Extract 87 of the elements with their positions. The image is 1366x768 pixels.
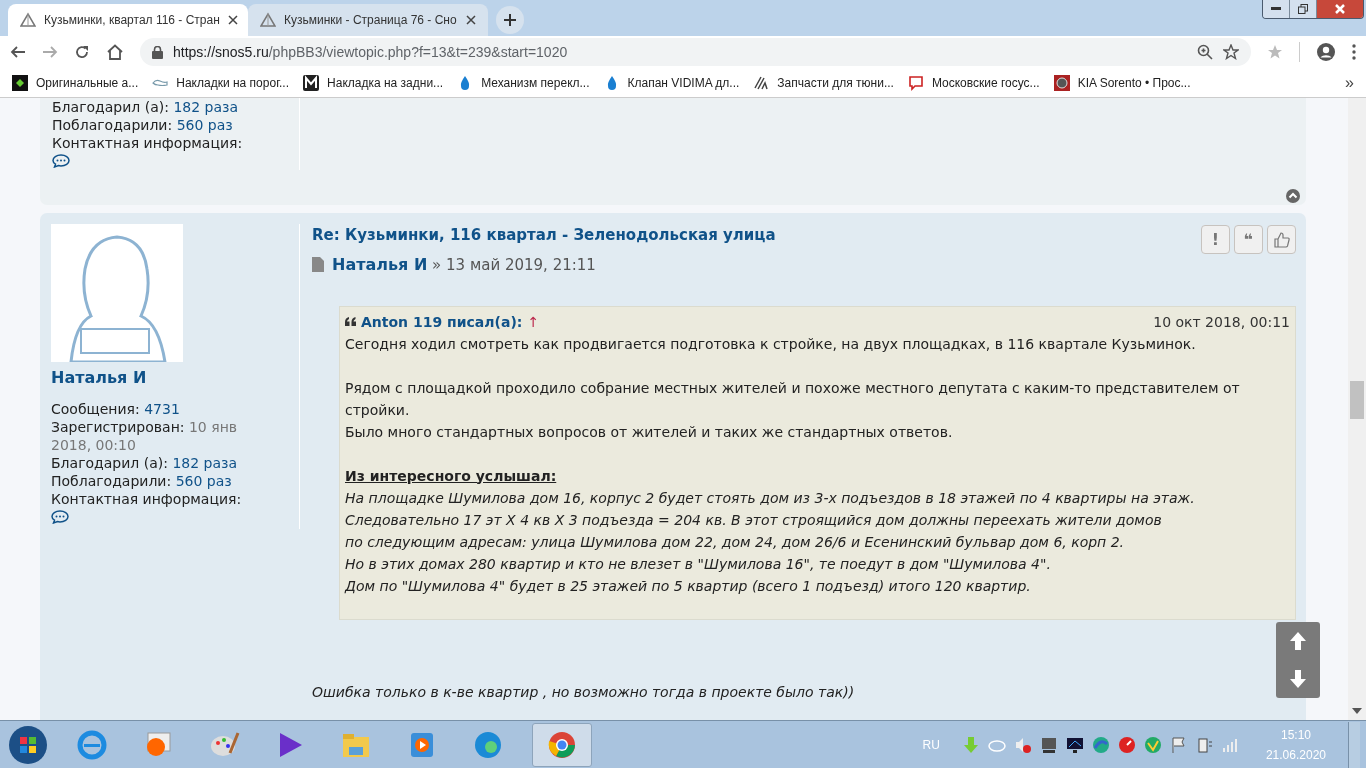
wheel-icon (1053, 74, 1070, 91)
scrollbar-thumb[interactable] (1350, 381, 1364, 419)
quote-author-link[interactable]: Anton 119 писал(а): (361, 310, 523, 333)
contact-label: Контактная информация: (51, 490, 243, 508)
post-action-button[interactable]: ❝ (1234, 225, 1263, 254)
back-to-top-icon[interactable] (1286, 189, 1300, 203)
speech-bubble-icon (907, 74, 924, 91)
home-icon[interactable] (106, 44, 124, 60)
bookmark-link[interactable]: Московские госус... (931, 73, 1040, 92)
square-icon (12, 74, 28, 91)
quote-text: Сегодня ходил смотреть как продвигается подготовка к стройке, на двух площадках, в 116 квартале Кузьминок. (345, 334, 1197, 354)
profile-stat: Благодарил (а): 182 раза (52, 98, 240, 116)
forward-icon[interactable] (42, 44, 58, 60)
document-icon (312, 257, 324, 272)
profile-icon[interactable] (1316, 42, 1336, 62)
restore-button[interactable] (1290, 0, 1317, 18)
profile-stat: Сообщения: 4731 (51, 400, 181, 418)
start-button[interactable] (8, 724, 48, 765)
new-tab-button[interactable] (496, 6, 524, 34)
chat-icon[interactable] (52, 154, 70, 168)
address-field[interactable]: https://snos5.ru/phpBB3/viewtopic.php?f=13&t=239&start=1020 (140, 38, 1251, 66)
quote-text: по следующим адресам: улица Шумилова дом 22, дом 24, дом 26/6 и Есенинский бульвар дом 6, корп 2. (345, 532, 1126, 552)
quote-text: Следовательно 17 эт Х 4 кв Х 3 подъезда = 204 кв. В этот строящийся дом должны переехать жители домов (345, 510, 1163, 530)
close-window-button[interactable] (1317, 0, 1363, 18)
quote-source-link[interactable]: ↑ (527, 310, 540, 333)
scrollbar[interactable] (1348, 98, 1366, 720)
star-icon[interactable] (1267, 44, 1283, 60)
close-icon (1335, 4, 1345, 14)
scroll-down-icon[interactable] (1352, 708, 1362, 714)
letter-icon (303, 74, 320, 91)
quote-text: Но в этих домах 280 квартир и кто не влезет в "Шумилова 16", те поедут в дом "Шумилова 4". (345, 554, 1052, 574)
quote-icon (345, 317, 356, 326)
bookmark-link[interactable]: Оригинальные а... (36, 73, 139, 92)
site-icon (260, 12, 276, 28)
quote-text: На площадке Шумилова дом 16, корпус 2 будет стоять дом из 3-х подъездов в 18 этажей по 4 квартиры на этаж. (345, 488, 1196, 508)
reload-icon[interactable] (74, 44, 90, 60)
like-button[interactable] (1267, 225, 1296, 254)
quote-date: 10 окт 2018, 00:11 (1153, 312, 1290, 332)
minimize-icon (1271, 7, 1281, 11)
username-link[interactable]: Наталья И (51, 366, 299, 390)
profile-stat: Поблагодарили: 560 раз (51, 472, 233, 490)
profile-stat: Благодарил (а): 182 раза (51, 454, 239, 472)
restore-icon (1298, 4, 1308, 14)
monitor-icon[interactable] (1065, 735, 1084, 754)
tab-title: Кузьминки, квартал 116 - Стран (44, 12, 220, 29)
bookmark-link[interactable]: Клапан VIDIMA дл... (627, 73, 740, 92)
thumbs-up-icon (1273, 231, 1290, 248)
more-bookmarks-button[interactable]: » (1345, 70, 1354, 95)
post-meta: Наталья И » 13 май 2019, 21:11 (332, 253, 596, 276)
bookmark-link[interactable]: Накладки на порог... (176, 73, 290, 92)
url-text: https://snos5.ru/phpBB3/viewtopic.php?f=13&t=239&start=1020 (173, 42, 569, 62)
browser-tab[interactable]: Кузьминки, квартал 116 - Стран (8, 4, 248, 36)
menu-icon[interactable] (1352, 44, 1356, 60)
quote-heading: Из интересного услышал: (345, 466, 558, 486)
tab-title: Кузьминки - Страница 76 - Сно (284, 12, 458, 29)
taskbar-button[interactable] (532, 722, 592, 767)
chat-icon[interactable] (51, 510, 69, 524)
browser-tab[interactable]: Кузьминки - Страница 76 - Сно (248, 4, 488, 36)
arrow-up-icon[interactable] (1288, 631, 1308, 651)
globe-icon[interactable] (1091, 735, 1110, 754)
star-icon[interactable] (1223, 44, 1239, 60)
arrow-down-icon[interactable] (1288, 669, 1308, 689)
quote-text: Было много стандартных вопросов от жителей и таких же стандартных ответов. (345, 422, 954, 442)
lock-icon (152, 45, 163, 59)
profile-stat: Поблагодарили: 560 раз (52, 116, 234, 134)
plus-icon (504, 14, 516, 26)
bookmark-link[interactable]: Запчасти для тюни... (777, 73, 894, 92)
site-icon (20, 12, 36, 28)
gauge-icon[interactable] (1117, 735, 1136, 754)
bookmark-link[interactable]: KIA Sorento • Прос... (1077, 73, 1191, 92)
contact-label: Контактная информация: (52, 134, 244, 152)
close-icon[interactable] (466, 15, 476, 25)
bookmark-link[interactable]: Механизм перекл... (481, 73, 590, 92)
minimize-button[interactable] (1263, 0, 1290, 18)
back-icon[interactable] (10, 44, 26, 60)
zoom-icon[interactable] (1197, 44, 1213, 60)
close-icon[interactable] (227, 15, 238, 25)
quote-text: Рядом с площадкой проходило собрание местных жителей и похоже местного депутата с каким-то представителем от стройки. (345, 378, 1241, 420)
profile-stat: Зарегистрирован: 10 янв 2018, 00:10 (51, 418, 239, 454)
network-icon[interactable] (1039, 735, 1058, 754)
browser-icon (76, 728, 108, 761)
post-action-button[interactable]: ! (1201, 225, 1230, 254)
flag-icon[interactable] (1169, 735, 1188, 754)
post-title-link[interactable]: Re: Кузьминки, 116 квартал - Зеленодольская улица (312, 224, 1201, 247)
post-text: Ошибка только в к-ве квартир , но возможно тогда в проекте было так)) (312, 682, 856, 702)
quote-text: Дом по "Шумилова 4" будет в 25 этажей по 5 квартир (всего 1 подъезд) итого 120 квартир. (345, 576, 1032, 596)
bookmark-link[interactable]: Накладка на задни... (327, 73, 444, 92)
